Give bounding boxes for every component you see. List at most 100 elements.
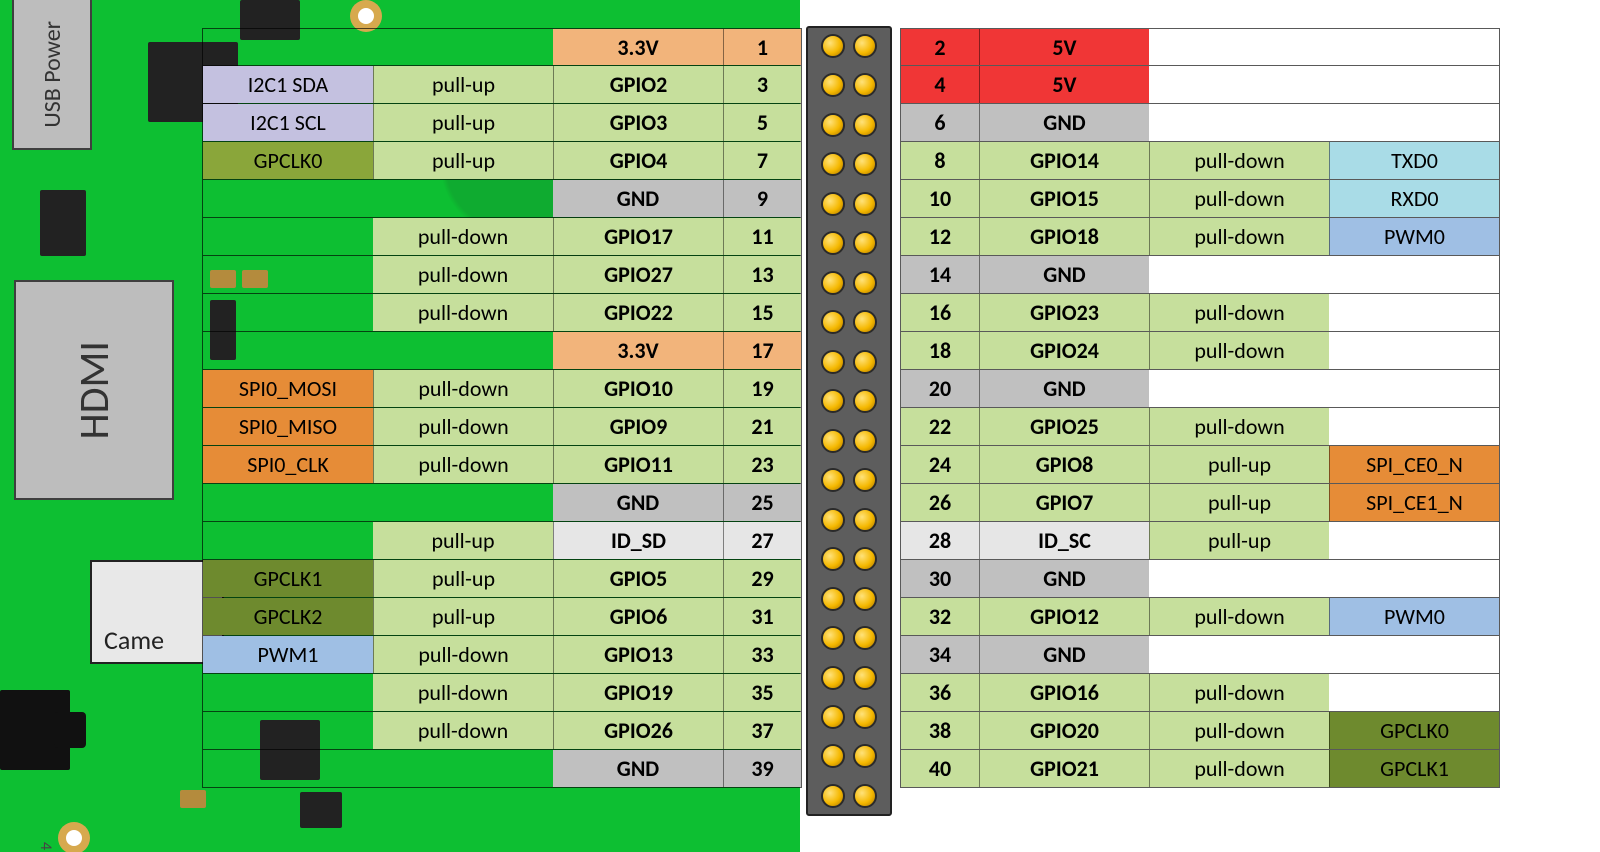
pin-name: GND [553,750,723,787]
pin-row: GPCLK1pull-upGPIO529 [202,560,802,598]
pin-row: 18GPIO24pull-down [900,332,1500,370]
pin-hole [821,587,845,611]
pin-alt-function: GPCLK2 [203,598,373,635]
hdmi-label: HDMI [69,341,120,440]
pin-alt-function: RXD0 [1329,180,1499,217]
pin-pull: pull-down [1149,142,1329,179]
header-pin-row [808,34,890,58]
pin-row: 10GPIO15pull-downRXD0 [900,180,1500,218]
pin-name: GPIO6 [553,598,723,635]
audio-jack-icon [0,690,70,770]
pin-pull: pull-down [373,636,553,673]
pin-name: GPIO12 [979,598,1149,635]
pin-hole [853,666,877,690]
pin-name: GND [979,370,1149,407]
pin-name: 5V [979,29,1149,65]
pin-hole [853,705,877,729]
pin-number: 37 [723,712,801,749]
pin-name: GPIO17 [553,218,723,255]
pin-row: I2C1 SDApull-upGPIO23 [202,66,802,104]
pin-name: GND [553,180,723,217]
pin-name: GND [979,636,1149,673]
header-pin-row [808,705,890,729]
pin-pull: pull-down [1149,332,1329,369]
pin-name: GPIO5 [553,560,723,597]
pin-name: GPIO27 [553,256,723,293]
pin-name: GPIO11 [553,446,723,483]
pin-hole [853,73,877,97]
pin-number: 17 [723,332,801,369]
gpio-header [806,26,892,816]
pin-pull: pull-up [373,598,553,635]
pin-hole [821,73,845,97]
pin-row: pull-downGPIO2215 [202,294,802,332]
pin-row: SPI0_MOSIpull-downGPIO1019 [202,370,802,408]
pin-pull: pull-down [373,370,553,407]
pin-number: 10 [901,180,979,217]
pin-number: 36 [901,674,979,711]
pin-hole [821,744,845,768]
pin-pull: pull-down [1149,712,1329,749]
pin-alt-function: SPI0_MISO [203,408,373,445]
pin-name: GPIO8 [979,446,1149,483]
pin-number: 20 [901,370,979,407]
pin-name: GPIO25 [979,408,1149,445]
pin-number: 18 [901,332,979,369]
pin-pull: pull-up [373,104,553,141]
header-pin-row [808,587,890,611]
pin-row: 3.3V1 [202,28,802,66]
pin-row: pull-downGPIO1935 [202,674,802,712]
pin-name: ID_SD [553,522,723,559]
pin-number: 7 [723,142,801,179]
chip-icon [40,190,86,256]
header-pin-row [808,113,890,137]
pin-number: 19 [723,370,801,407]
pin-row: 40GPIO21pull-downGPCLK1 [900,750,1500,788]
pin-hole [853,350,877,374]
pin-name: GPIO16 [979,674,1149,711]
pin-pull: pull-up [373,522,553,559]
pin-pull: pull-down [1149,408,1329,445]
pin-number: 13 [723,256,801,293]
pin-name: GND [979,256,1149,293]
pin-row: 14GND [900,256,1500,294]
pin-hole [821,192,845,216]
pin-number: 1 [723,29,801,65]
pin-name: GPIO7 [979,484,1149,521]
pin-number: 33 [723,636,801,673]
pin-hole [853,152,877,176]
pin-hole [853,113,877,137]
pin-number: 15 [723,294,801,331]
pin-row: 26GPIO7pull-upSPI_CE1_N [900,484,1500,522]
pin-number: 8 [901,142,979,179]
pin-row: pull-upID_SD27 [202,522,802,560]
pin-name: GPIO23 [979,294,1149,331]
pin-hole [821,508,845,532]
pin-row: 20GND [900,370,1500,408]
pin-number: 22 [901,408,979,445]
pin-hole [821,34,845,58]
pin-pull: pull-down [1149,674,1329,711]
pin-number: 39 [723,750,801,787]
pin-hole [853,271,877,295]
pin-name: 3.3V [553,332,723,369]
pin-name: ID_SC [979,522,1149,559]
pin-row: pull-downGPIO2637 [202,712,802,750]
header-pin-row [808,547,890,571]
pin-alt-function: SPI_CE0_N [1329,446,1499,483]
pin-alt-function: I2C1 SDA [203,66,373,103]
pin-alt-function: SPI_CE1_N [1329,484,1499,521]
pin-number: 6 [901,104,979,141]
pin-row: 12GPIO18pull-downPWM0 [900,218,1500,256]
header-pin-row [808,626,890,650]
pin-name: GPIO21 [979,750,1149,787]
pin-row: 34GND [900,636,1500,674]
pin-number: 25 [723,484,801,521]
header-pin-row [808,192,890,216]
pin-alt-function: TXD0 [1329,142,1499,179]
pin-hole [853,744,877,768]
pin-pull: pull-down [373,446,553,483]
pin-labels-right: 25V45V6GND8GPIO14pull-downTXD010GPIO15pu… [900,28,1500,788]
pin-pull: pull-down [373,256,553,293]
pin-hole [821,666,845,690]
